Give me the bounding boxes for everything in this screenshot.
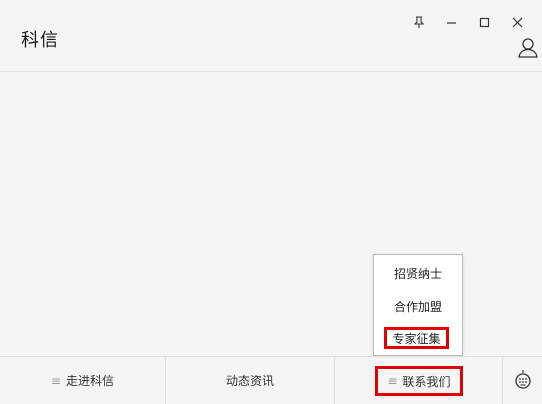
menu-icon: ≡ <box>50 373 62 388</box>
pin-icon <box>413 15 425 29</box>
menu-item-recruitment[interactable]: 招贤纳士 <box>374 266 462 282</box>
nav-tab-label: 动态资讯 <box>225 374 274 388</box>
minimize-icon <box>446 17 457 28</box>
app-title: 科信 <box>21 30 59 51</box>
window-controls <box>402 12 534 32</box>
nav-tab-contact[interactable]: ≡ 联系我们 <box>335 357 503 404</box>
contact-popup-menu: 招贤纳士 合作加盟 专家征集 <box>373 254 463 356</box>
minimize-button[interactable] <box>435 12 468 32</box>
keyboard-button[interactable] <box>503 357 542 404</box>
title-bar: 科信 <box>0 0 542 72</box>
keyboard-icon <box>514 369 532 393</box>
maximize-icon <box>479 17 490 28</box>
close-button[interactable] <box>501 12 534 32</box>
user-icon <box>517 38 539 63</box>
user-button[interactable] <box>517 37 539 59</box>
nav-tab-label: 走进科信 <box>66 374 115 388</box>
maximize-button[interactable] <box>468 12 501 32</box>
nav-tab-about[interactable]: ≡ 走进科信 <box>0 357 166 404</box>
close-icon <box>512 17 523 28</box>
menu-icon: ≡ <box>387 374 398 388</box>
pin-button[interactable] <box>402 12 435 32</box>
menu-item-partnership[interactable]: 合作加盟 <box>374 299 462 315</box>
nav-tab-contact-highlight: ≡ 联系我们 <box>375 366 463 396</box>
nav-tab-label: 联系我们 <box>402 374 451 389</box>
bottom-nav: ≡ 走进科信 动态资讯 ≡ 联系我们 <box>0 356 542 404</box>
nav-tab-news[interactable]: 动态资讯 <box>166 357 335 404</box>
menu-item-expert-recruitment[interactable]: 专家征集 <box>384 327 449 349</box>
